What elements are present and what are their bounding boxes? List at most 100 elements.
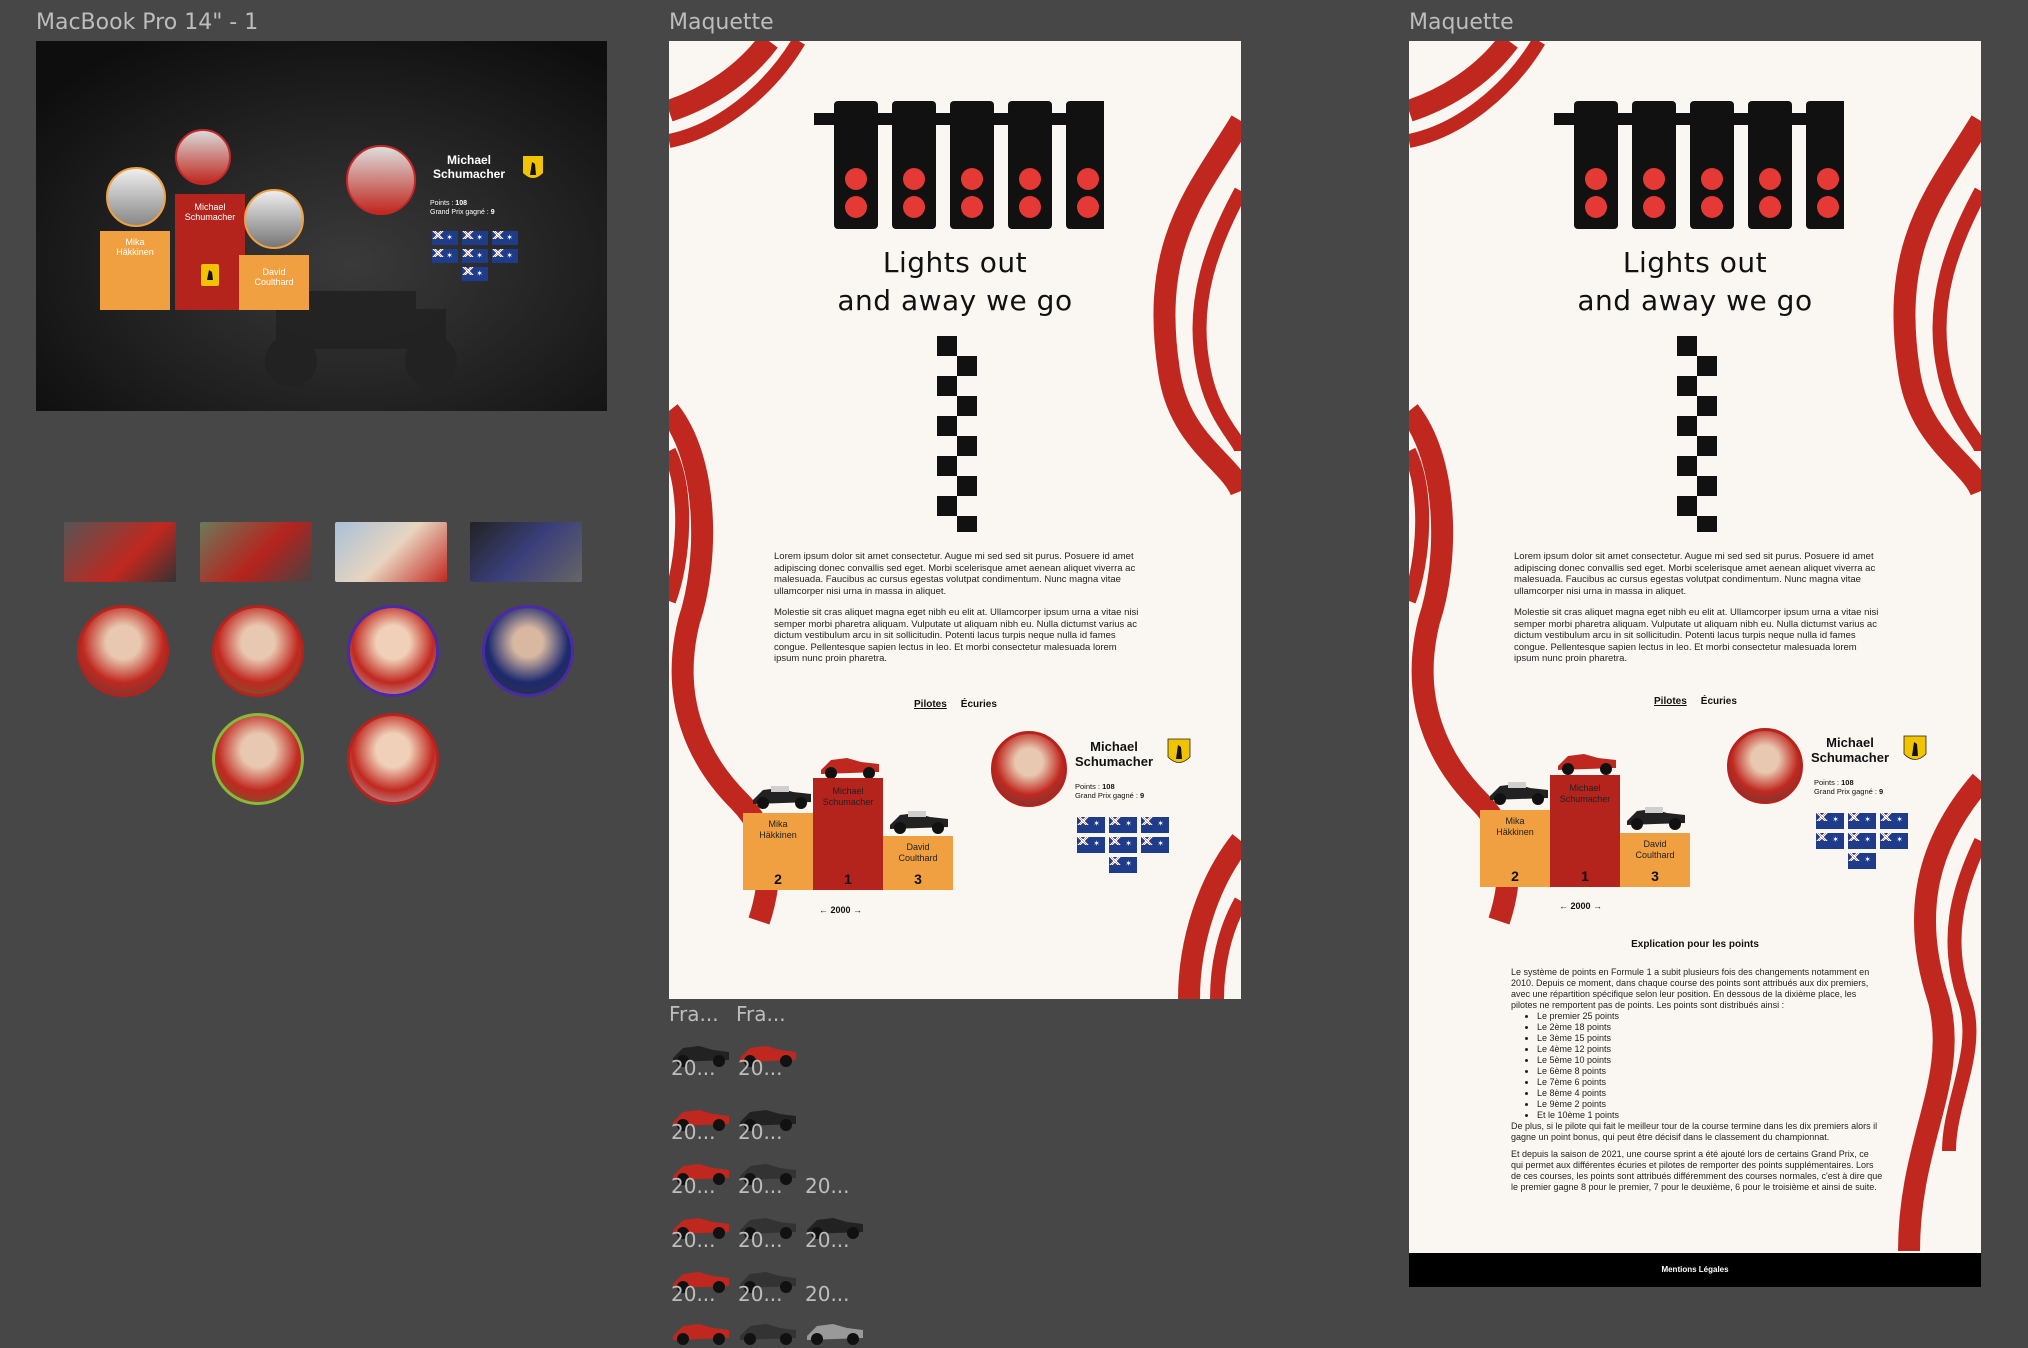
points-intro: Le système de points en Formule 1 a subi… xyxy=(1511,967,1870,1010)
points-sprint-paragraph: Et depuis la saison de 2021, une course … xyxy=(1511,1149,1883,1192)
checkered-flag-icon xyxy=(1677,336,1717,532)
points-section-title: Explication pour les points xyxy=(1631,939,1759,950)
intro-paragraph-2: Molestie sit cras aliquet magna eget nib… xyxy=(774,607,1139,664)
dark-flag-icon xyxy=(492,249,518,263)
australia-flag-icon xyxy=(1848,853,1876,869)
car-year-label: 20... xyxy=(738,1056,783,1080)
points-list-item: Le 2ème 18 points xyxy=(1537,1022,1883,1033)
frame-label-maquette-1[interactable]: Maquette xyxy=(669,10,774,35)
car-year-label: 20... xyxy=(805,1282,850,1306)
points-list-item: Le 4ème 12 points xyxy=(1537,1044,1883,1055)
dark-podium-third-name: David Coulthard xyxy=(254,267,294,287)
australia-flag-icon xyxy=(1109,857,1137,873)
podium-second-name: Mika Häkkinen xyxy=(1496,816,1534,837)
dark-flag-icon xyxy=(462,267,488,281)
ferrari-shield-icon xyxy=(1167,738,1191,763)
avatar-thumbnail[interactable] xyxy=(347,713,439,805)
points-section-body: Le système de points en Formule 1 a subi… xyxy=(1511,967,1883,1193)
points-list: Le premier 25 pointsLe 2ème 18 pointsLe … xyxy=(1511,1011,1883,1121)
points-bonus-paragraph: De plus, si le pilote qui fait le meille… xyxy=(1511,1121,1878,1142)
small-frame-label[interactable]: Fra... xyxy=(669,1002,719,1026)
australia-flag-icon xyxy=(1077,837,1105,853)
car-year-label: 20... xyxy=(671,1056,716,1080)
dark-flag-icon xyxy=(462,231,488,245)
car-year-label: 20... xyxy=(805,1228,850,1252)
podium-first-rank: 1 xyxy=(844,871,852,887)
podium-second: Mika Häkkinen 2 xyxy=(1480,810,1550,887)
mclaren-car-icon xyxy=(753,786,811,809)
dark-podium-second-name: Mika Häkkinen xyxy=(116,237,154,257)
photo-thumbnail[interactable] xyxy=(335,522,447,582)
photo-thumbnail[interactable] xyxy=(470,522,582,582)
podium-third-name: David Coulthard xyxy=(1635,839,1675,860)
photo-thumbnail[interactable] xyxy=(64,522,176,582)
avatar-thumbnail[interactable] xyxy=(77,605,169,697)
driver-avatar xyxy=(1727,728,1803,804)
photo-thumbnail[interactable] xyxy=(200,522,312,582)
car-thumbnail[interactable] xyxy=(736,1314,796,1348)
australia-flag-icon xyxy=(1077,817,1105,833)
dark-driver-avatar xyxy=(346,145,416,215)
tab-bar: Pilotes Écuries xyxy=(914,699,1011,710)
frame-label-maquette-2[interactable]: Maquette xyxy=(1409,10,1514,35)
dark-driver-name: Michael Schumacher xyxy=(432,153,506,181)
footer-mentions-legales[interactable]: Mentions Légales xyxy=(1409,1253,1981,1287)
maquette-artboard-2[interactable]: Lights out and away we go Lorem ipsum dol… xyxy=(1409,41,1981,1287)
year-navigator[interactable]: ← 2000 → xyxy=(1559,901,1602,911)
car-thumbnail[interactable] xyxy=(803,1314,863,1348)
car-thumbnail[interactable] xyxy=(669,1314,729,1348)
hero-title: Lights out and away we go xyxy=(837,246,1073,317)
mclaren-car-icon xyxy=(1627,807,1685,830)
dark-background-photo xyxy=(36,41,607,411)
podium-second: Mika Häkkinen 2 xyxy=(743,813,813,890)
points-list-item: Et le 10ème 1 points xyxy=(1537,1110,1883,1121)
australia-flag-icon xyxy=(1880,833,1908,849)
intro-paragraph-1: Lorem ipsum dolor sit amet consectetur. … xyxy=(1514,551,1876,597)
podium-first-name: Michael Schumacher xyxy=(1559,783,1611,804)
intro-text: Lorem ipsum dolor sit amet consectetur. … xyxy=(774,551,1139,675)
points-list-item: Le 7ème 6 points xyxy=(1537,1077,1883,1088)
avatar-thumbnail[interactable] xyxy=(347,605,439,697)
car-year-label: 20... xyxy=(671,1228,716,1252)
dark-podium-first: Michael Schumacher xyxy=(175,194,245,310)
australia-flag-icon xyxy=(1141,837,1169,853)
driver-stats: Points : 108 Grand Prix gagné : 9 xyxy=(1075,782,1145,800)
tab-ecuries[interactable]: Écuries xyxy=(961,699,997,710)
frame-label-macbook[interactable]: MacBook Pro 14" - 1 xyxy=(36,10,258,35)
avatar-thumbnail[interactable] xyxy=(482,605,574,697)
tab-pilotes[interactable]: Pilotes xyxy=(914,699,947,710)
australia-flag-icon xyxy=(1141,817,1169,833)
start-lights-icon xyxy=(814,101,1104,229)
tab-pilotes[interactable]: Pilotes xyxy=(1654,696,1687,707)
tab-ecuries[interactable]: Écuries xyxy=(1701,696,1737,707)
macbook-artboard[interactable]: Michael Schumacher Mika Häkkinen David Coul… xyxy=(36,41,607,411)
driver-name: Michael Schumacher xyxy=(1074,739,1154,769)
australia-flag-icon xyxy=(1816,833,1844,849)
year-navigator[interactable]: ← 2000 → xyxy=(819,905,862,915)
dark-avatar-first xyxy=(175,129,231,185)
points-list-item: Le 5ème 10 points xyxy=(1537,1055,1883,1066)
maquette-artboard-1[interactable]: Lights out and away we go Lorem ipsum dol… xyxy=(669,41,1241,999)
ferrari-shield-icon xyxy=(1903,735,1927,760)
podium-second-rank: 2 xyxy=(1511,868,1519,884)
start-lights-icon xyxy=(1554,101,1844,229)
avatar-thumbnail[interactable] xyxy=(212,605,304,697)
driver-avatar xyxy=(991,731,1067,807)
ferrari-car-icon xyxy=(1558,754,1616,775)
dark-flag-icon xyxy=(432,231,458,245)
dark-avatar-third xyxy=(244,189,304,249)
dark-flag-icon xyxy=(492,231,518,245)
podium-first-rank: 1 xyxy=(1581,868,1589,884)
podium-third: David Coulthard 3 xyxy=(883,836,953,890)
avatar-thumbnail[interactable] xyxy=(212,713,304,805)
podium-first: Michael Schumacher 1 xyxy=(1550,775,1620,887)
car-year-label: 20... xyxy=(738,1174,783,1198)
australia-flag-icon xyxy=(1109,817,1137,833)
tab-bar: Pilotes Écuries xyxy=(1654,696,1751,707)
podium-second-rank: 2 xyxy=(774,871,782,887)
car-year-label: 20... xyxy=(671,1174,716,1198)
intro-paragraph-1: Lorem ipsum dolor sit amet consectetur. … xyxy=(774,551,1136,597)
small-frame-label[interactable]: Fra... xyxy=(736,1002,786,1026)
dark-podium-second: Mika Häkkinen xyxy=(100,231,170,310)
ferrari-logo-icon xyxy=(201,264,219,286)
